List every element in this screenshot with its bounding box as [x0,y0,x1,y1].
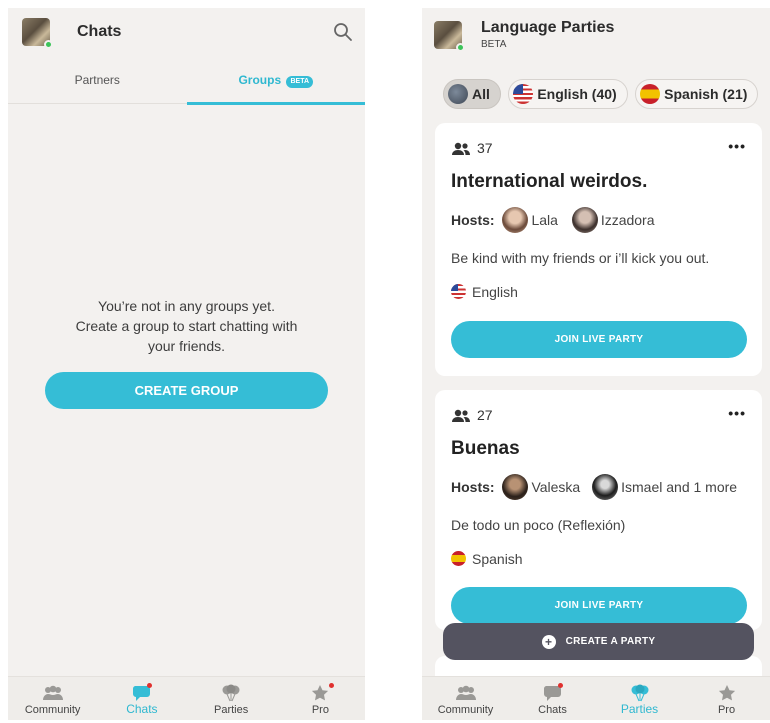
nav-pro[interactable]: Pro [276,677,365,720]
party-hosts: Hosts: Lala Izzadora [451,207,655,233]
nav-community[interactable]: Community [422,677,509,720]
tab-groups[interactable]: Groups BETA [186,68,365,105]
host-avatar[interactable] [502,474,529,500]
search-icon[interactable] [333,22,353,42]
nav-chats[interactable]: Chats [509,677,596,720]
host-name: Lala [531,212,558,228]
filter-label: All [472,86,490,102]
parties-header: Language Parties BETA [422,8,770,60]
page-subtitle: BETA [481,39,507,50]
nav-label: Community [437,704,494,716]
join-live-party-button[interactable]: JOIN LIVE PARTY [451,587,747,624]
host-name: Ismael and 1 more [621,479,738,495]
us-flag-icon [451,284,466,299]
notification-dot [557,683,563,688]
nav-chats[interactable]: Chats [97,677,186,720]
filter-label: English (40) [537,86,617,102]
create-party-label: CREATE A PARTY [565,636,656,647]
host-avatar[interactable] [502,207,529,233]
party-description: Be kind with my friends or i’ll kick you… [451,250,710,266]
party-card[interactable]: 27 ••• Buenas Hosts: Valeska Ismael and … [435,390,762,630]
community-icon [455,685,476,700]
online-status-dot [44,40,53,49]
create-party-button[interactable]: + CREATE A PARTY [443,623,754,660]
chats-header: Chats [8,8,365,56]
host-name: Valeska [531,479,581,495]
create-group-button[interactable]: CREATE GROUP [45,372,328,409]
nav-label: Chats [126,702,158,716]
more-options-icon[interactable]: ••• [728,138,746,154]
tab-groups-label: Groups [238,73,282,87]
nav-label: Chats [538,704,567,716]
party-hosts: Hosts: Valeska Ismael and 1 more [451,474,737,500]
bottom-nav: Community Chats Parties Pro [422,676,770,720]
us-flag-icon [513,84,534,104]
nav-label: Community [24,704,81,716]
tab-partners[interactable]: Partners [8,68,187,104]
chats-screen: Chats Partners Groups BETA You’re not in… [8,8,365,720]
party-title: International weirdos. [451,171,648,192]
star-icon [718,685,735,701]
members-icon [452,409,470,422]
parties-icon [631,684,648,702]
member-count: 27 [451,407,493,423]
party-title: Buenas [451,438,520,459]
hosts-label: Hosts: [451,212,495,228]
profile-avatar[interactable] [22,18,53,49]
globe-icon [448,84,468,104]
members-icon [452,142,470,155]
notification-dot [329,683,335,688]
community-icon [42,685,63,700]
parties-screen: Language Parties BETA All English (40) S… [422,8,770,720]
chat-tabs: Partners Groups BETA [8,68,365,105]
filter-spanish[interactable]: Spanish (21) [635,79,759,109]
nav-label: Pro [717,704,736,716]
party-language: English [451,284,518,300]
parties-icon [222,684,240,702]
online-status-dot [456,43,465,52]
member-count-value: 37 [477,140,493,156]
party-language: Spanish [451,551,523,567]
empty-state-line: You’re not in any groups yet. [98,298,275,314]
plus-icon: + [541,635,556,649]
profile-avatar[interactable] [434,21,465,52]
tab-partners-label: Partners [74,73,120,87]
star-icon [312,685,329,701]
empty-state-line: Create a group to start chatting with [75,318,298,334]
nav-label: Parties [214,704,249,716]
language-label: Spanish [472,551,523,567]
filter-label: Spanish (21) [664,86,748,102]
spain-flag-icon [640,84,661,104]
empty-state-line: your friends. [147,338,226,354]
language-label: English [472,284,518,300]
filter-english[interactable]: English (40) [508,79,628,109]
spain-flag-icon [451,551,466,566]
more-options-icon[interactable]: ••• [728,405,746,421]
empty-state-message: You’re not in any groups yet. Create a g… [8,296,365,356]
nav-pro[interactable]: Pro [683,677,770,720]
party-card[interactable]: 37 ••• International weirdos. Hosts: Lal… [435,123,762,376]
language-filters: All English (40) Spanish (21) [443,79,761,109]
page-title: Language Parties [481,19,615,36]
host-name: Izzadora [600,212,655,228]
member-count-value: 27 [477,407,493,423]
nav-label: Parties [620,702,659,716]
filter-all[interactable]: All [443,79,501,109]
nav-parties[interactable]: Parties [187,677,276,720]
host-avatar[interactable] [592,474,619,500]
party-description: De todo un poco (Reflexión) [451,517,626,533]
nav-label: Pro [311,704,329,716]
nav-community[interactable]: Community [8,677,97,720]
beta-badge: BETA [286,76,314,88]
member-count: 37 [451,140,493,156]
page-title: Chats [77,23,122,40]
hosts-label: Hosts: [451,479,495,495]
host-avatar[interactable] [571,207,598,233]
active-tab-indicator [186,102,365,105]
bottom-nav: Community Chats Parties Pro [8,676,365,720]
nav-parties[interactable]: Parties [596,677,683,720]
join-live-party-button[interactable]: JOIN LIVE PARTY [451,321,747,358]
